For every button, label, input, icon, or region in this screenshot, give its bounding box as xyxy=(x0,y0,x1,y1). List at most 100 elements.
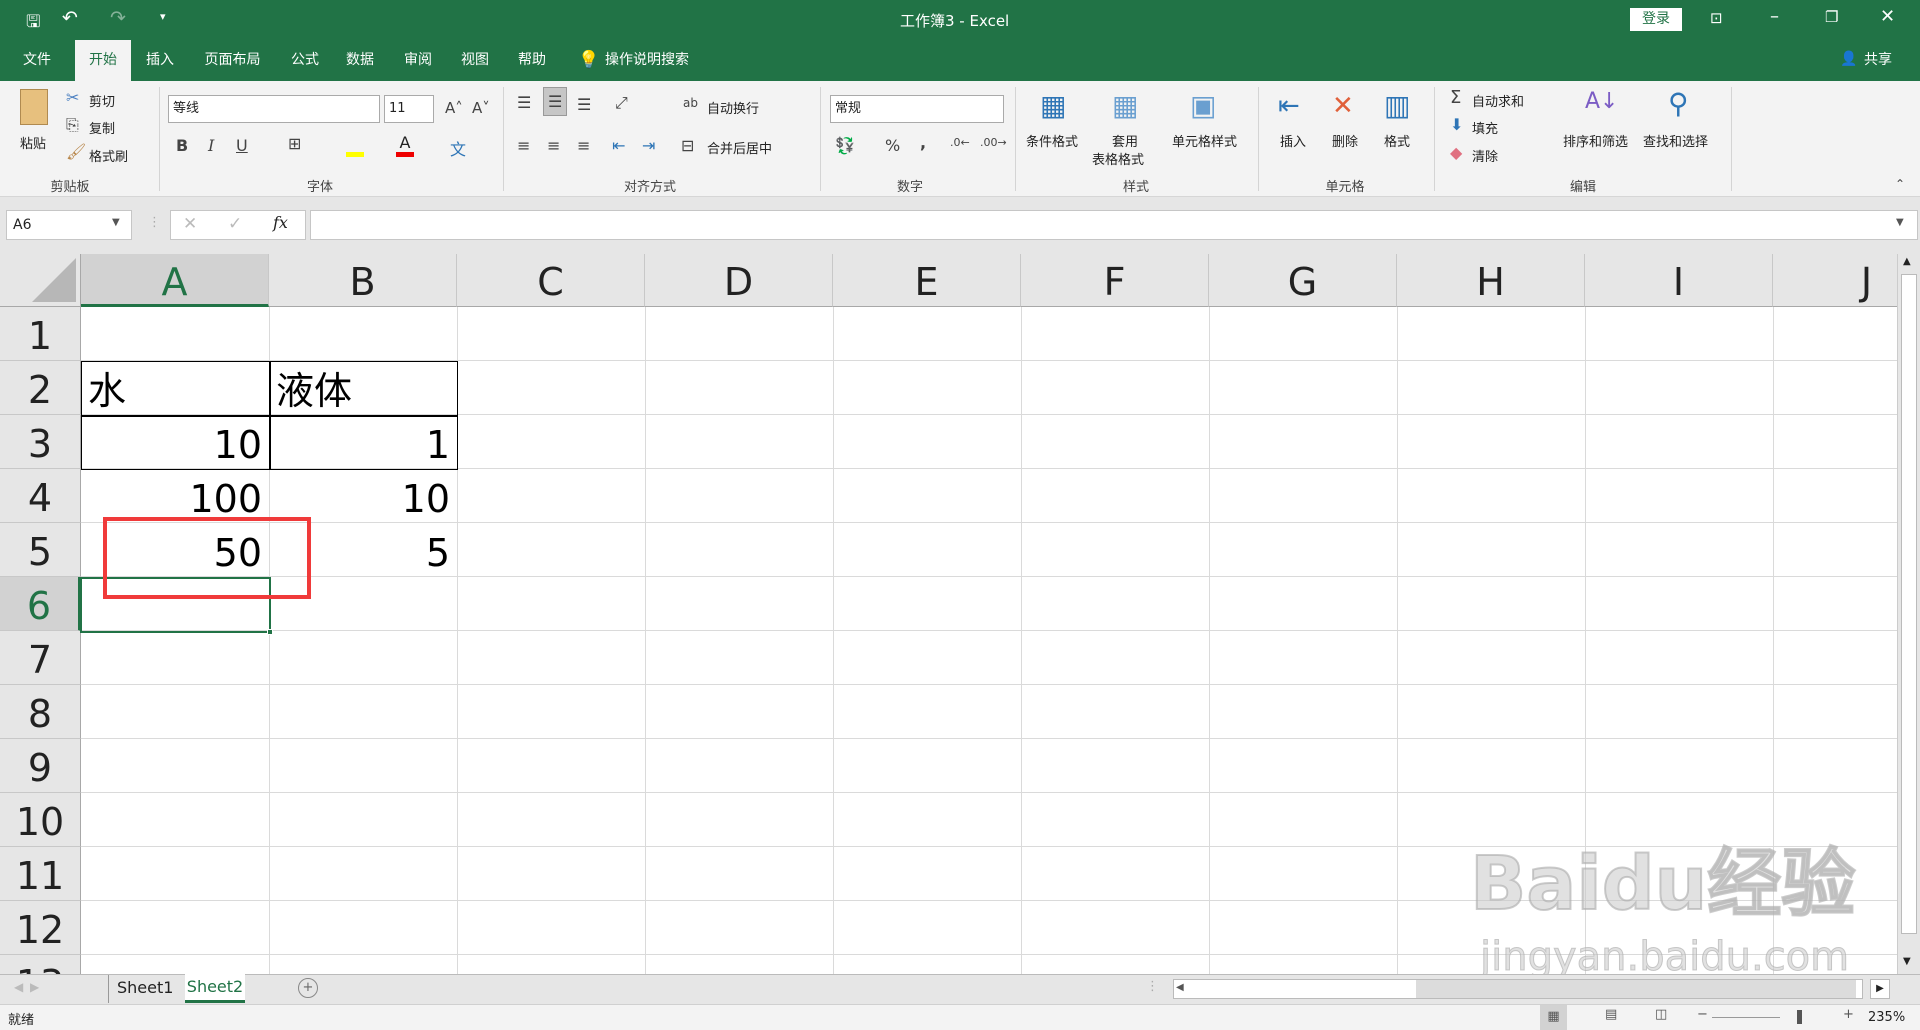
comma-button[interactable]: , xyxy=(920,133,926,152)
phonetic-icon[interactable]: 文 xyxy=(450,136,466,160)
formula-input[interactable] xyxy=(310,210,1918,240)
row-header-8[interactable]: 8 xyxy=(0,685,81,739)
insert-function-button[interactable]: fx xyxy=(273,213,288,232)
column-header-g[interactable]: G xyxy=(1209,254,1397,307)
tab-view[interactable]: 视图 xyxy=(450,40,500,81)
page-break-view-icon[interactable]: ◫ xyxy=(1655,1007,1667,1022)
column-header-i[interactable]: I xyxy=(1585,254,1773,307)
number-format-select[interactable]: 常规 xyxy=(830,95,1004,123)
normal-view-icon[interactable]: ▦ xyxy=(1540,1005,1567,1030)
zoom-in-icon[interactable]: + xyxy=(1843,1007,1854,1022)
close-icon[interactable]: ✕ xyxy=(1880,6,1895,27)
scroll-left-icon[interactable]: ◀ xyxy=(1176,982,1184,993)
cell-b4[interactable]: 10 xyxy=(269,469,457,523)
copy-button[interactable]: 复制 xyxy=(89,118,115,137)
align-left-icon[interactable]: ≡ xyxy=(517,136,530,155)
collapse-ribbon-icon[interactable]: ⌃ xyxy=(1895,177,1905,191)
next-sheet-icon[interactable]: ▶ xyxy=(30,980,39,994)
row-header-5[interactable]: 5 xyxy=(0,523,81,577)
align-top-icon[interactable]: ☰ xyxy=(517,93,531,112)
align-right-icon[interactable]: ≡ xyxy=(577,136,590,155)
format-as-table-button-line1[interactable]: 套用 xyxy=(1112,131,1138,150)
column-header-h[interactable]: H xyxy=(1397,254,1585,307)
expand-formula-icon[interactable]: ▼ xyxy=(1896,217,1904,228)
tab-formulas[interactable]: 公式 xyxy=(280,40,330,81)
increase-font-icon[interactable]: A˄ xyxy=(445,99,463,117)
ribbon-display-icon[interactable]: ⊡ xyxy=(1710,9,1723,27)
column-header-b[interactable]: B xyxy=(269,254,457,307)
tab-file[interactable]: 文件 xyxy=(8,40,66,81)
paste-button[interactable]: 粘贴 xyxy=(20,133,46,152)
row-header-2[interactable]: 2 xyxy=(0,361,81,415)
sheet-tab-sheet2[interactable]: Sheet2 xyxy=(185,974,245,1003)
share-button[interactable]: 共享 xyxy=(1858,40,1898,81)
underline-button[interactable]: U xyxy=(236,136,248,155)
tab-home[interactable]: 开始 xyxy=(75,40,131,81)
column-header-e[interactable]: E xyxy=(833,254,1021,307)
decrease-indent-icon[interactable]: ⇤ xyxy=(612,136,625,155)
fill-button[interactable]: 填充 xyxy=(1472,118,1498,137)
redo-icon[interactable]: ↷ xyxy=(110,7,126,29)
align-center-icon[interactable]: ≡ xyxy=(547,136,560,155)
format-painter-button[interactable]: 格式刷 xyxy=(89,146,128,165)
merge-center-button[interactable]: 合并后居中 xyxy=(707,138,772,157)
row-header-12[interactable]: 12 xyxy=(0,901,81,955)
undo-icon[interactable]: ↶ xyxy=(62,7,78,29)
row-header-9[interactable]: 9 xyxy=(0,739,81,793)
align-middle-icon[interactable]: ☰ xyxy=(543,87,568,116)
vertical-scrollbar[interactable]: ▲ ▼ xyxy=(1897,254,1920,974)
delete-cells-button[interactable]: 删除 xyxy=(1332,131,1358,150)
spreadsheet-grid[interactable]: ABCDEFGHIJ 12345678910111213 水液体10110010… xyxy=(0,254,1897,974)
tab-data[interactable]: 数据 xyxy=(335,40,385,81)
tab-page-layout[interactable]: 页面布局 xyxy=(195,40,270,81)
select-all-button[interactable] xyxy=(0,254,81,307)
clear-button[interactable]: 清除 xyxy=(1472,146,1498,165)
font-name-select[interactable]: 等线 xyxy=(168,95,380,123)
tab-review[interactable]: 审阅 xyxy=(393,40,443,81)
increase-decimal-icon[interactable]: .0← xyxy=(950,136,970,149)
italic-button[interactable]: I xyxy=(208,136,214,155)
scroll-up-icon[interactable]: ▲ xyxy=(1903,256,1911,267)
align-bottom-icon[interactable]: ☰ xyxy=(577,95,591,114)
column-header-j[interactable]: J xyxy=(1773,254,1897,307)
font-color-icon[interactable]: A xyxy=(396,133,414,157)
name-box-dropdown-icon[interactable]: ▼ xyxy=(112,217,120,228)
row-header-11[interactable]: 11 xyxy=(0,847,81,901)
zoom-out-icon[interactable]: − xyxy=(1697,1007,1708,1022)
borders-icon[interactable]: ⊞ xyxy=(288,134,301,153)
orientation-icon[interactable]: ⤢ xyxy=(615,93,628,113)
cut-button[interactable]: 剪切 xyxy=(89,91,115,110)
login-button[interactable]: 登录 xyxy=(1630,8,1682,31)
restore-icon[interactable]: ❐ xyxy=(1825,8,1838,26)
cell-a4[interactable]: 100 xyxy=(81,469,269,523)
font-size-select[interactable]: 11 xyxy=(384,95,434,123)
percent-button[interactable]: % xyxy=(885,136,900,155)
format-as-table-button-line2[interactable]: 表格格式 xyxy=(1092,149,1144,168)
row-header-10[interactable]: 10 xyxy=(0,793,81,847)
decrease-decimal-icon[interactable]: .00→ xyxy=(980,136,1007,149)
zoom-level[interactable]: 235% xyxy=(1868,1010,1905,1025)
prev-sheet-icon[interactable]: ◀ xyxy=(14,980,23,994)
row-header-7[interactable]: 7 xyxy=(0,631,81,685)
scroll-right-icon[interactable]: ▶ xyxy=(1870,979,1890,999)
fill-color-icon[interactable] xyxy=(346,137,364,157)
wrap-text-button[interactable]: 自动换行 xyxy=(707,98,759,117)
bold-button[interactable]: B xyxy=(176,136,188,155)
increase-indent-icon[interactable]: ⇥ xyxy=(642,136,655,155)
zoom-slider-thumb[interactable] xyxy=(1797,1010,1802,1024)
column-header-f[interactable]: F xyxy=(1021,254,1209,307)
row-header-6[interactable]: 6 xyxy=(0,577,81,631)
format-cells-button[interactable]: 格式 xyxy=(1384,131,1410,150)
fill-handle[interactable] xyxy=(267,629,273,635)
save-icon[interactable]: 🖫 xyxy=(26,9,40,38)
cancel-icon[interactable]: ✕ xyxy=(183,214,197,234)
find-select-button[interactable]: 查找和选择 xyxy=(1643,131,1708,150)
tell-me-search[interactable]: 操作说明搜索 xyxy=(605,40,705,81)
sheet-tab-sheet1[interactable]: Sheet1 xyxy=(108,975,181,1003)
conditional-formatting-button[interactable]: 条件格式 xyxy=(1026,131,1078,150)
insert-cells-button[interactable]: 插入 xyxy=(1280,131,1306,150)
row-header-4[interactable]: 4 xyxy=(0,469,81,523)
scroll-down-icon[interactable]: ▼ xyxy=(1903,956,1911,967)
customize-qat-icon[interactable]: ▾ xyxy=(160,10,166,23)
tab-help[interactable]: 帮助 xyxy=(507,40,557,81)
